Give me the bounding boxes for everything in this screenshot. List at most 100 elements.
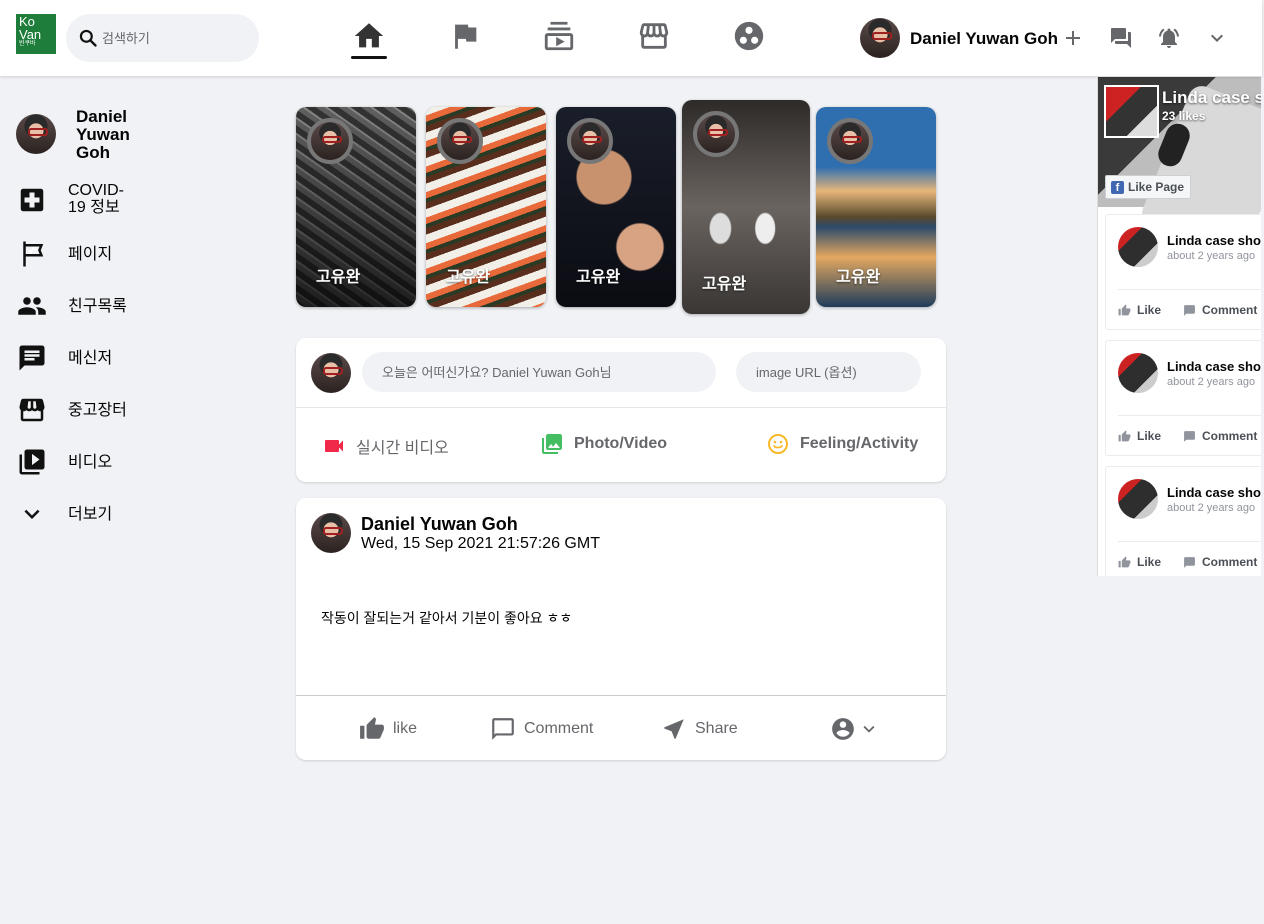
widget-post-time[interactable]: about 2 years ago <box>1167 376 1255 388</box>
storefront-icon <box>19 398 45 422</box>
post-audience-button[interactable] <box>830 716 880 742</box>
groups-icon <box>734 21 764 51</box>
story-avatar <box>567 118 613 164</box>
sidebar-item-covid[interactable]: COVID-19 정보 <box>16 182 124 216</box>
account-menu-button[interactable] <box>1203 24 1231 52</box>
nav-home[interactable] <box>349 16 389 56</box>
sidebar-item-marketplace[interactable]: 중고장터 <box>16 394 127 426</box>
nav-watch[interactable] <box>539 16 579 56</box>
kovan-logo[interactable]: Ko Van 빈쿠바 <box>16 14 56 54</box>
post-message-input[interactable] <box>362 352 716 392</box>
story-card[interactable]: 고유완 <box>682 100 810 314</box>
story-avatar <box>307 118 353 164</box>
page-likes-count: 23 likes <box>1162 109 1206 123</box>
chat-icon <box>19 345 45 371</box>
story-name: 고유완 <box>446 269 491 286</box>
live-video-button[interactable]: 실시간 비디오 <box>322 434 449 458</box>
story-card[interactable]: 고유완 <box>816 107 936 307</box>
navigation-arrow-icon <box>664 719 684 739</box>
sidebar-profile-name[interactable]: Daniel Yuwan Goh <box>76 108 146 162</box>
story-name: 고유완 <box>576 269 621 286</box>
nav-marketplace[interactable] <box>634 16 674 56</box>
feeling-activity-button[interactable]: Feeling/Activity <box>766 432 918 456</box>
search-bar <box>66 14 259 62</box>
notifications-button[interactable] <box>1155 24 1183 52</box>
header-user-name[interactable]: Daniel Yuwan Goh <box>910 29 1058 49</box>
composer-avatar <box>311 353 351 393</box>
photo-video-button[interactable]: Photo/Video <box>540 432 667 456</box>
sidebar-item-friends[interactable]: 친구목록 <box>16 290 127 322</box>
widget-comment-button[interactable]: Comment <box>1183 429 1257 443</box>
image-url-input[interactable] <box>736 352 921 392</box>
widget-post-author[interactable]: Linda case sho <box>1167 359 1261 374</box>
comment-icon <box>492 718 514 740</box>
plus-icon <box>1066 31 1080 45</box>
story-card[interactable]: 고유완 <box>556 107 676 307</box>
create-button[interactable] <box>1059 24 1087 52</box>
story-card[interactable]: 고유완 <box>296 107 416 307</box>
divider <box>1118 289 1261 290</box>
top-navbar: Ko Van 빈쿠바 Daniel Yuwan Goh <box>0 0 1262 76</box>
page-profile-thumbnail[interactable] <box>1104 85 1159 138</box>
widget-post-time[interactable]: about 2 years ago <box>1167 502 1255 514</box>
create-post-card: 실시간 비디오 Photo/Video Feeling/Activity <box>296 338 946 482</box>
widget-post-time[interactable]: about 2 years ago <box>1167 250 1255 262</box>
videocam-icon <box>325 440 343 452</box>
story-name: 고유완 <box>316 269 361 286</box>
nav-active-indicator <box>351 56 387 59</box>
widget-post-author[interactable]: Linda case sho <box>1167 233 1261 248</box>
widget-post: Linda case sho about 2 years ago Like Co… <box>1105 214 1261 330</box>
post-author-name[interactable]: Daniel Yuwan Goh <box>361 514 518 535</box>
sidebar-item-messenger[interactable]: 메신저 <box>16 342 112 374</box>
thumbs-up-icon <box>360 717 384 739</box>
sidebar-item-label: 메신저 <box>68 350 113 367</box>
widget-post: Linda case sho about 2 years ago Like Co… <box>1105 466 1261 576</box>
sidebar-item-pages[interactable]: 페이지 <box>16 238 112 270</box>
smiley-icon <box>768 434 788 454</box>
sidebar-item-more[interactable]: 더보기 <box>16 498 112 530</box>
sidebar-item-label: 페이지 <box>68 246 113 263</box>
account-circle-icon <box>832 718 854 740</box>
widget-post-author[interactable]: Linda case sho <box>1167 485 1261 500</box>
like-button[interactable]: like <box>359 716 417 742</box>
widget-comment-button[interactable]: Comment <box>1183 555 1257 569</box>
video-icon <box>544 21 574 51</box>
post-author-avatar[interactable] <box>311 513 351 553</box>
search-input[interactable] <box>102 30 242 46</box>
widget-post-avatar[interactable] <box>1118 479 1158 519</box>
nav-pages[interactable] <box>445 16 485 56</box>
thumbs-up-icon <box>1118 556 1131 567</box>
widget-like-button[interactable]: Like <box>1118 555 1161 569</box>
home-icon <box>354 23 384 48</box>
widget-like-button[interactable]: Like <box>1118 303 1161 317</box>
widget-post: Linda case sho about 2 years ago Like Co… <box>1105 340 1261 456</box>
comment-button[interactable]: Comment <box>490 716 593 742</box>
sidebar-profile-avatar[interactable] <box>16 114 56 154</box>
story-card[interactable]: 고유완 <box>426 107 546 307</box>
like-page-button[interactable]: f Like Page <box>1105 175 1192 199</box>
widget-like-button[interactable]: Like <box>1118 429 1161 443</box>
divider <box>296 695 946 696</box>
sidebar-item-label: 더보기 <box>68 506 113 523</box>
widget-post-avatar[interactable] <box>1118 353 1158 393</box>
divider <box>1118 541 1261 542</box>
widget-comment-button[interactable]: Comment <box>1183 303 1257 317</box>
search-icon <box>79 29 97 47</box>
messenger-button[interactable] <box>1107 24 1135 52</box>
people-icon <box>18 297 46 315</box>
page-title[interactable]: Linda case s <box>1162 88 1261 108</box>
share-button[interactable]: Share <box>661 716 738 742</box>
divider <box>1118 415 1261 416</box>
comment-icon <box>1184 430 1195 442</box>
story-name: 고유완 <box>702 276 747 293</box>
story-avatar <box>437 118 483 164</box>
widget-post-avatar[interactable] <box>1118 227 1158 267</box>
sidebar-item-video[interactable]: 비디오 <box>16 446 112 478</box>
post-timestamp: Wed, 15 Sep 2021 21:57:26 GMT <box>361 535 600 552</box>
chevron-down-icon <box>24 509 40 519</box>
chevron-down-icon <box>1211 34 1223 42</box>
comment-icon <box>1184 556 1195 568</box>
story-name: 고유완 <box>836 269 881 286</box>
header-avatar[interactable] <box>860 18 900 58</box>
nav-groups[interactable] <box>729 16 769 56</box>
